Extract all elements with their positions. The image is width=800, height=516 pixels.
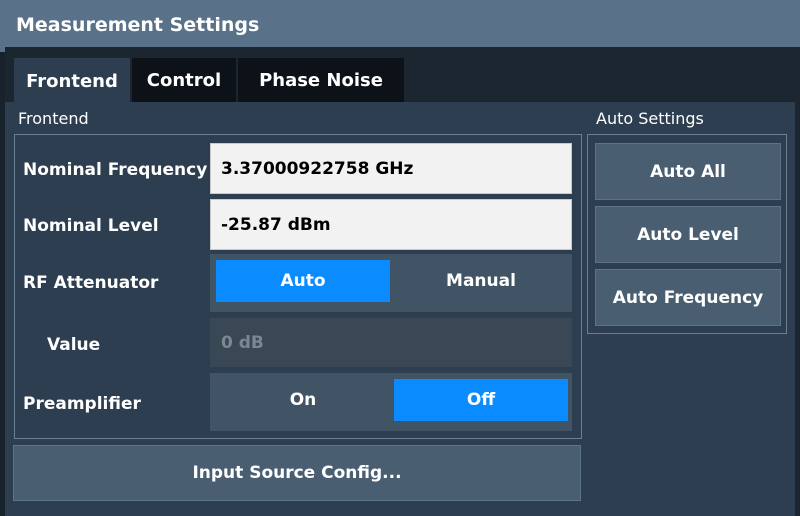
nominal-frequency-field[interactable]: 3.37000922758 GHz: [210, 143, 572, 194]
title-bar: Measurement Settings: [0, 0, 800, 52]
rf-attenuator-toggle: Auto Manual: [210, 254, 572, 312]
measurement-settings-window: Measurement Settings Frontend Control Ph…: [0, 0, 800, 516]
auto-level-button[interactable]: Auto Level: [595, 206, 781, 263]
rf-attenuator-manual-option[interactable]: Manual: [394, 260, 568, 302]
tab-frontend[interactable]: Frontend: [14, 58, 130, 104]
auto-settings-group-label: Auto Settings: [596, 109, 704, 128]
attenuation-value-field[interactable]: 0 dB: [210, 318, 572, 367]
auto-all-button[interactable]: Auto All: [595, 143, 781, 200]
attenuation-value-label: Value: [47, 335, 101, 355]
tab-content: Frontend Nominal Frequency 3.37000922758…: [5, 102, 795, 516]
window-title: Measurement Settings: [16, 14, 260, 36]
auto-frequency-button[interactable]: Auto Frequency: [595, 269, 781, 326]
preamplifier-toggle: On Off: [210, 373, 572, 431]
nominal-frequency-label: Nominal Frequency: [23, 160, 208, 180]
rf-attenuator-label: RF Attenuator: [23, 273, 159, 293]
preamplifier-on-option[interactable]: On: [216, 379, 390, 421]
input-source-config-button[interactable]: Input Source Config...: [13, 445, 581, 501]
tab-control[interactable]: Control: [132, 58, 236, 102]
tab-phase-noise[interactable]: Phase Noise: [238, 58, 404, 102]
nominal-level-field[interactable]: -25.87 dBm: [210, 199, 572, 250]
preamplifier-label: Preamplifier: [23, 394, 141, 414]
nominal-level-label: Nominal Level: [23, 216, 159, 236]
frontend-group-label: Frontend: [18, 109, 89, 128]
preamplifier-off-option[interactable]: Off: [394, 379, 568, 421]
rf-attenuator-auto-option[interactable]: Auto: [216, 260, 390, 302]
